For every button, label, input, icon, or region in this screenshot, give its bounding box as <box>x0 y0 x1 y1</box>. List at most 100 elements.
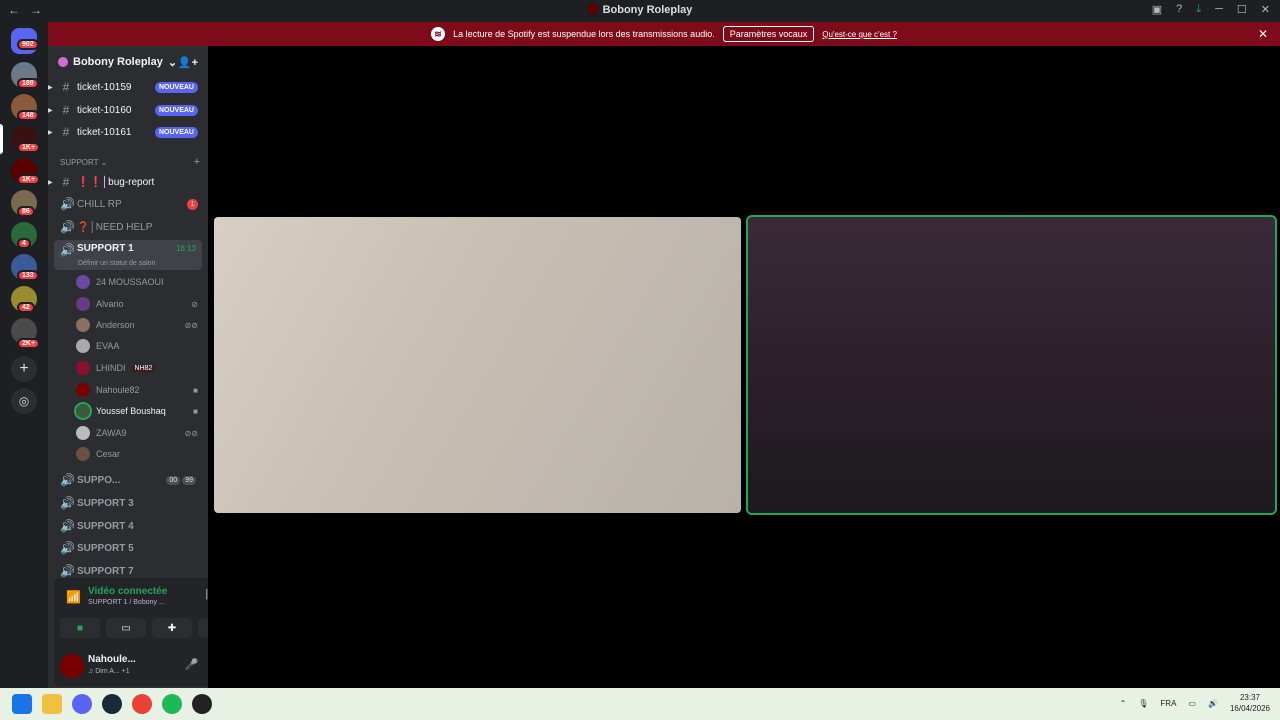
video-tile[interactable] <box>214 217 741 513</box>
help-icon[interactable]: ? <box>1176 3 1182 16</box>
clock[interactable]: 23:37 16/04/2026 <box>1230 692 1270 714</box>
avatar <box>76 426 90 440</box>
voice-member[interactable]: Youssef Boushaq ■ <box>74 401 198 421</box>
server-name: Bobony Roleplay <box>73 56 163 68</box>
activities-button[interactable]: ✚ <box>152 618 192 638</box>
clock-time: 23:37 <box>1239 693 1260 702</box>
banner-info-link[interactable]: Qu'est-ce que c'est ? <box>822 30 897 39</box>
channel-name: SUPPORT 4 <box>77 520 134 532</box>
member-name: Nahoule82 <box>96 385 140 395</box>
channel-name: ticket-10159 <box>77 81 132 93</box>
clock-date: 16/04/2026 <box>1229 704 1270 713</box>
spotify-taskbar-icon[interactable] <box>162 694 182 714</box>
speaker-icon: 🔊 <box>60 197 75 211</box>
channel-ticket-10161[interactable]: ▶ # ticket-10161 NOUVEAU <box>48 122 202 142</box>
voice-channel-info[interactable]: SUPPORT 1 / Bobony ... <box>88 599 165 606</box>
video-icon: ■ <box>193 406 198 416</box>
voice-member[interactable]: Cesar <box>76 444 198 464</box>
channel-ticket-10159[interactable]: ▶ # ticket-10159 NOUVEAU <box>48 77 202 97</box>
speaker-icon: 🔊 <box>60 243 75 257</box>
guild-badge: 148 <box>17 110 39 121</box>
avatar <box>76 361 90 375</box>
user-limit: 99 <box>182 475 196 485</box>
member-name: Cesar <box>96 449 121 459</box>
user-limit-badge: 00 99 <box>166 475 196 485</box>
close-window-icon[interactable]: ✕ <box>1261 3 1270 16</box>
chevron-up-icon[interactable]: ⌃ <box>1120 699 1127 708</box>
voice-member[interactable]: Alvario ⊘ <box>76 294 198 314</box>
server-logo-icon <box>587 4 598 14</box>
voice-member[interactable]: Anderson ⊘⊘ <box>76 315 198 335</box>
avatar <box>76 383 90 397</box>
microphone-tray-icon[interactable]: 🎙 <box>1138 699 1148 708</box>
app-icon[interactable] <box>192 694 212 714</box>
voice-member[interactable]: LHINDI NH82 <box>76 358 198 378</box>
new-badge: NOUVEAU <box>154 104 198 116</box>
title-bar: ← → Bobony Roleplay ▣ ? ⤓ ─ ☐ ✕ <box>0 0 1280 22</box>
invite-people-icon[interactable]: 👤+ <box>178 56 198 69</box>
chrome-icon[interactable] <box>132 694 152 714</box>
server-emblem-icon <box>58 57 68 67</box>
channel-support-5[interactable]: 🔊 SUPPORT 5 <box>54 538 202 558</box>
voice-settings-button[interactable]: Paramètres vocaux <box>722 26 815 42</box>
video-tile-speaking[interactable] <box>746 215 1277 515</box>
channel-bug-report[interactable]: ▶ # ❗❗│bug-report <box>48 172 202 192</box>
discover-icon[interactable]: ◎ <box>11 388 37 414</box>
channel-support-2[interactable]: 🔊 SUPPO... 00 99 <box>54 470 202 490</box>
music-note-icon: ♫ <box>88 668 94 675</box>
member-tag: NH82 <box>131 364 156 372</box>
maximize-icon[interactable]: ☐ <box>1237 3 1247 16</box>
microphone-icon[interactable]: 🎤 <box>185 658 199 671</box>
unread-indicator-icon: ▶ <box>48 179 53 186</box>
voice-status[interactable]: Vidéo connectée <box>88 586 167 597</box>
signal-icon[interactable]: 📶 <box>66 590 81 604</box>
voice-member[interactable]: ZAWA9 ⊘⊘ <box>76 423 198 443</box>
unread-indicator-icon: ▶ <box>48 84 53 91</box>
member-name: Anderson <box>96 320 135 330</box>
add-channel-icon[interactable]: + <box>194 156 200 168</box>
speaker-icon: 🔊 <box>60 496 75 510</box>
voice-member[interactable]: EVAA <box>76 336 198 356</box>
channel-name: ticket-10160 <box>77 104 132 116</box>
language-indicator[interactable]: FRA <box>1160 699 1176 708</box>
category-support[interactable]: SUPPORT ⌄ + <box>60 156 200 168</box>
channel-support-4[interactable]: 🔊 SUPPORT 4 <box>54 516 202 536</box>
channel-chill-rp[interactable]: 🔊 CHILL RP 1 <box>54 194 202 214</box>
username[interactable]: Nahoule... <box>88 654 136 665</box>
camera-button[interactable]: ■ <box>60 618 100 638</box>
windows-taskbar: ⌃ 🎙 FRA ▭ 🔊 23:37 16/04/2026 <box>0 688 1280 720</box>
guild-badge: 189 <box>17 78 39 89</box>
channel-name: SUPPORT 7 <box>77 565 134 577</box>
member-name: ZAWA9 <box>96 428 127 438</box>
voice-member[interactable]: 24 MOUSSAOUI <box>76 272 198 292</box>
banner-close-icon[interactable]: ✕ <box>1258 27 1268 41</box>
channel-need-help[interactable]: 🔊 ❓│NEED HELP <box>54 217 202 237</box>
member-name: Alvario <box>96 299 124 309</box>
file-explorer-icon[interactable] <box>42 694 62 714</box>
add-server-icon[interactable]: + <box>11 356 37 382</box>
member-name: Youssef Boushaq <box>96 406 166 416</box>
network-icon[interactable]: ▭ <box>1188 699 1196 708</box>
screen-share-button[interactable]: ▭ <box>106 618 146 638</box>
guild-badge: 2K+ <box>17 338 41 349</box>
guild-badge: 42 <box>17 302 35 313</box>
channel-ticket-10160[interactable]: ▶ # ticket-10160 NOUVEAU <box>48 100 202 120</box>
discord-icon[interactable] <box>72 694 92 714</box>
speaker-icon: 🔊 <box>60 519 75 533</box>
channel-status[interactable]: Définir un statut de salon <box>78 260 155 267</box>
inbox-icon[interactable]: ▣ <box>1152 3 1162 16</box>
guild-badge: 133 <box>17 270 39 281</box>
voice-member[interactable]: Nahoule82 ■ <box>76 380 198 400</box>
new-badge: NOUVEAU <box>154 81 198 93</box>
steam-icon[interactable] <box>102 694 122 714</box>
minimize-icon[interactable]: ─ <box>1215 3 1223 16</box>
server-header[interactable]: Bobony Roleplay ⌄ 👤+ <box>48 46 208 78</box>
download-icon[interactable]: ⤓ <box>1196 3 1201 16</box>
video-stage <box>208 46 1280 688</box>
channel-support-3[interactable]: 🔊 SUPPORT 3 <box>54 493 202 513</box>
channel-name: CHILL RP <box>77 198 122 210</box>
avatar[interactable] <box>60 654 84 678</box>
volume-icon[interactable]: 🔊 <box>1208 699 1218 708</box>
start-icon[interactable] <box>12 694 32 714</box>
unread-indicator-icon: ▶ <box>48 129 53 136</box>
